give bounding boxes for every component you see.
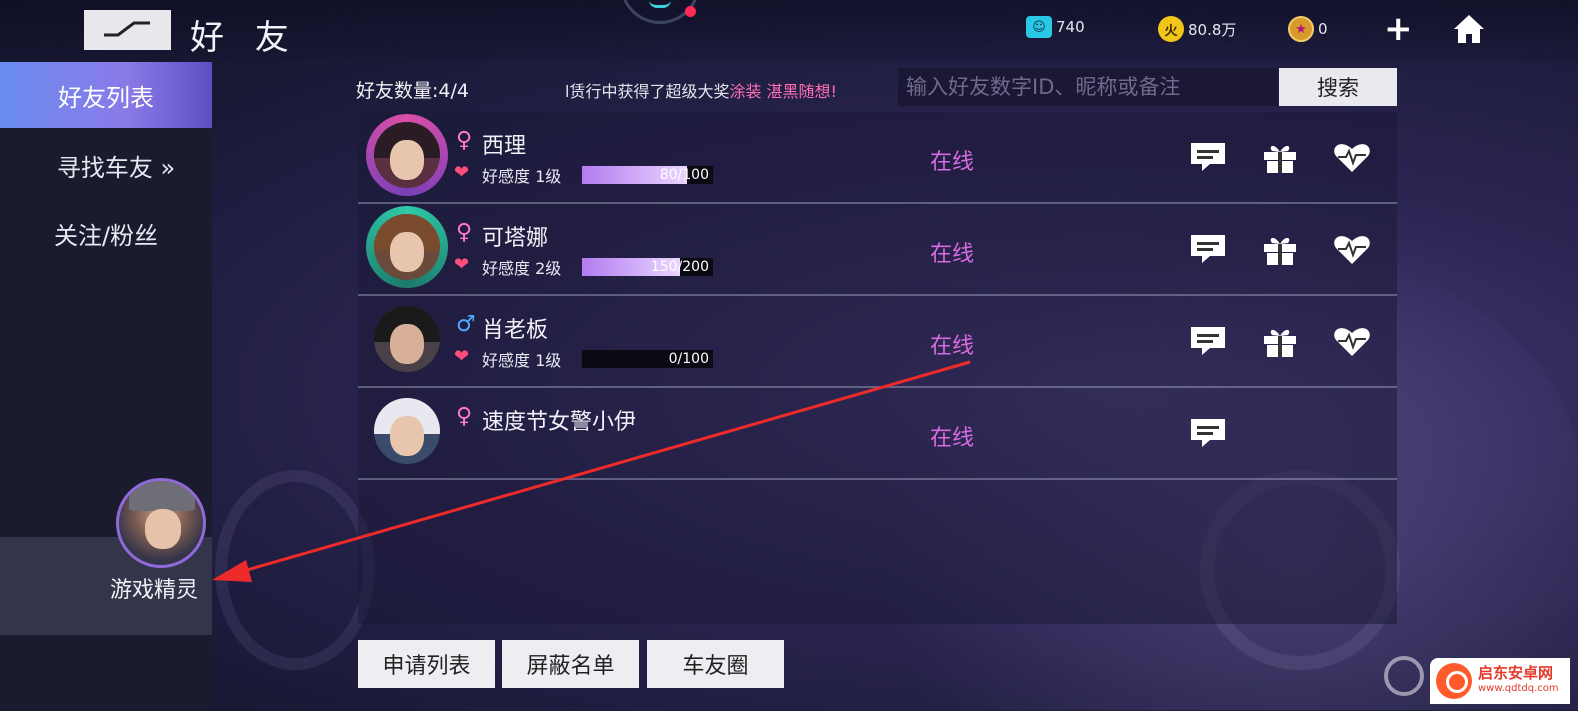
home-icon[interactable] bbox=[1452, 12, 1486, 46]
heart-pulse-icon[interactable] bbox=[1332, 232, 1372, 266]
back-button[interactable] bbox=[84, 10, 171, 50]
chat-icon[interactable] bbox=[1188, 140, 1228, 174]
affinity-bar: 80/100 bbox=[582, 166, 713, 184]
online-status: 在线 bbox=[930, 426, 975, 451]
heart-icon: ❤ bbox=[454, 346, 470, 367]
friend-name: 可塔娜 bbox=[482, 226, 549, 251]
gift-icon[interactable] bbox=[1260, 232, 1300, 266]
add-currency-button[interactable]: + bbox=[1384, 12, 1413, 46]
watermark-title: 启东安卓网 bbox=[1478, 664, 1554, 682]
currency-ticket[interactable]: ☺ 740 bbox=[1026, 16, 1085, 38]
affinity-value: 0/100 bbox=[668, 351, 709, 367]
friend-count: 好友数量:4/4 bbox=[356, 80, 469, 102]
ticket-icon: ☺ bbox=[1026, 16, 1052, 38]
friend-name: 西理 bbox=[482, 134, 527, 159]
friend-row[interactable]: ♀ 可塔娜 ❤ 好感度 2级 150/200 在线 bbox=[358, 204, 1397, 296]
friend-list: ♀ 西理 ❤ 好感度 1级 80/100 在线 ♀ 可塔娜 ❤ 好感度 2级 1… bbox=[358, 112, 1397, 624]
game-sprite-label: 游戏精灵 bbox=[110, 578, 199, 603]
online-status: 在线 bbox=[930, 242, 975, 267]
friend-name: 速度节女警小伊 bbox=[482, 410, 637, 435]
watermark-url: www.qdtdq.com bbox=[1478, 683, 1559, 694]
friend-name: 肖老板 bbox=[482, 318, 549, 343]
affinity-bar: 150/200 bbox=[582, 258, 713, 276]
avatar[interactable] bbox=[374, 306, 440, 372]
heart-pulse-icon[interactable] bbox=[1332, 324, 1372, 358]
announcement-marquee: l赁行中获得了超级大奖涂装 湛黑随想! bbox=[565, 78, 837, 102]
currency-value: 740 bbox=[1056, 18, 1085, 36]
game-sprite-avatar[interactable] bbox=[116, 478, 206, 568]
affinity-bar: 0/100 bbox=[582, 350, 713, 368]
background-wheel bbox=[215, 470, 375, 670]
star-coin-icon: ★ bbox=[1288, 16, 1314, 42]
affinity-level: 好感度 1级 bbox=[482, 351, 562, 370]
currency-star[interactable]: ★ 0 bbox=[1288, 16, 1328, 42]
affinity-level: 好感度 1级 bbox=[482, 167, 562, 186]
female-icon: ♀ bbox=[456, 128, 473, 153]
watermark-ghost-icon bbox=[1384, 656, 1424, 696]
sidebar-item-find-friends[interactable]: 寻找车友 » bbox=[0, 132, 212, 198]
friend-row[interactable]: ♀ 速度节女警小伊 在线 bbox=[358, 388, 1397, 480]
block-list-button[interactable]: 屏蔽名单 bbox=[502, 640, 639, 688]
marquee-text: l赁行中获得了超级大奖 bbox=[565, 82, 730, 101]
currency-gold[interactable]: 火 80.8万 bbox=[1158, 16, 1236, 42]
currency-value: 80.8万 bbox=[1188, 20, 1237, 39]
watermark-logo-icon bbox=[1436, 663, 1472, 699]
affinity-value: 150/200 bbox=[650, 259, 709, 275]
gold-coin-icon: 火 bbox=[1158, 16, 1184, 42]
chat-icon[interactable] bbox=[1188, 324, 1228, 358]
sidebar: 好友列表 寻找车友 » 关注/粉丝 bbox=[0, 62, 212, 711]
gift-icon[interactable] bbox=[1260, 324, 1300, 358]
car-circle-button[interactable]: 车友圈 bbox=[647, 640, 784, 688]
chat-icon[interactable] bbox=[1188, 416, 1228, 450]
online-status: 在线 bbox=[930, 334, 975, 359]
avatar[interactable] bbox=[374, 122, 440, 188]
friend-row[interactable]: ♀ 西理 ❤ 好感度 1级 80/100 在线 bbox=[358, 112, 1397, 204]
female-icon: ♀ bbox=[456, 220, 473, 245]
online-status: 在线 bbox=[930, 150, 975, 175]
marquee-highlight: 涂装 湛黑随想! bbox=[729, 82, 837, 101]
chat-icon[interactable] bbox=[1188, 232, 1228, 266]
gift-icon[interactable] bbox=[1260, 140, 1300, 174]
avatar[interactable] bbox=[374, 214, 440, 280]
watermark: 启东安卓网 www.qdtdq.com bbox=[1430, 658, 1570, 704]
heart-icon: ❤ bbox=[454, 162, 470, 183]
sidebar-item-friend-list[interactable]: 好友列表 bbox=[0, 62, 212, 128]
back-arrow-icon bbox=[103, 21, 150, 37]
page-title: 好 友 bbox=[190, 18, 299, 58]
affinity-level: 好感度 2级 bbox=[482, 259, 562, 278]
heart-pulse-icon[interactable] bbox=[1332, 140, 1372, 174]
female-icon: ♀ bbox=[456, 404, 473, 429]
affinity-value: 80/100 bbox=[659, 167, 709, 183]
friend-row[interactable]: ♂ 肖老板 ❤ 好感度 1级 0/100 在线 bbox=[358, 296, 1397, 388]
avatar[interactable] bbox=[374, 398, 440, 464]
currency-value: 0 bbox=[1318, 20, 1328, 38]
heart-icon: ❤ bbox=[454, 254, 470, 275]
search-button[interactable]: 搜索 bbox=[1279, 68, 1397, 106]
request-list-button[interactable]: 申请列表 bbox=[358, 640, 495, 688]
sidebar-item-follow-fans[interactable]: 关注/粉丝 bbox=[0, 200, 212, 266]
search-input[interactable] bbox=[898, 68, 1278, 106]
male-icon: ♂ bbox=[456, 312, 476, 337]
